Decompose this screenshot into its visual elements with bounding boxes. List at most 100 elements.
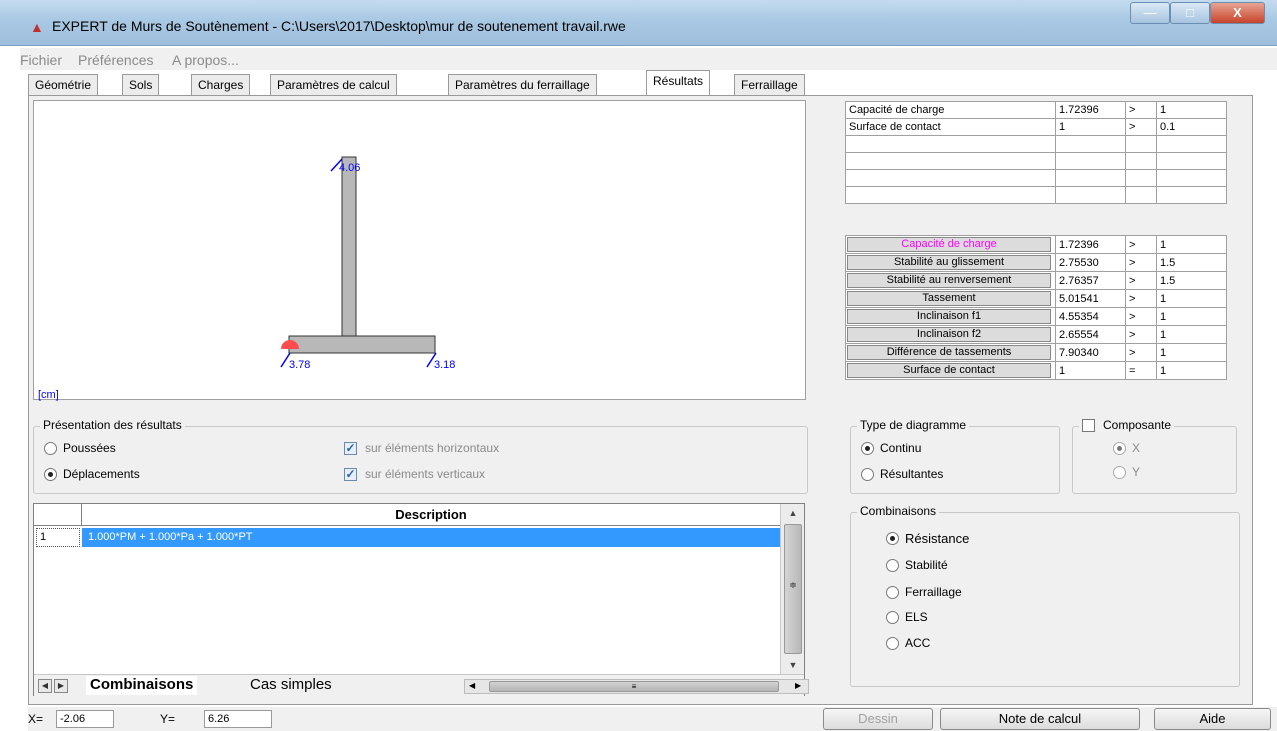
radio-circle: [886, 636, 899, 650]
check-limit: 1: [1156, 307, 1227, 326]
checkmark-icon: ✓: [344, 466, 357, 481]
table-row[interactable]: Capacité de charge 1.72396 > 1: [845, 101, 1227, 119]
check-button-glissement[interactable]: Stabilité au glissement: [847, 255, 1051, 270]
tab-resultats[interactable]: Résultats: [646, 70, 711, 96]
maximize-button[interactable]: □: [1170, 2, 1210, 24]
table-row[interactable]: Tassement 5.01541 > 1: [845, 289, 1227, 308]
scroll-thumb[interactable]: ≑: [784, 524, 802, 654]
table-row[interactable]: Stabilité au renversement 2.76357 > 1.5: [845, 271, 1227, 290]
summary-value: 1: [1055, 118, 1126, 136]
check-button-difference-tassements[interactable]: Différence de tassements: [847, 345, 1051, 360]
minimize-button[interactable]: —: [1130, 2, 1170, 24]
summary-limit: 0.1: [1156, 118, 1227, 136]
sheet-tab-cas-simples[interactable]: Cas simples: [246, 676, 336, 695]
radio-acc[interactable]: ACC: [886, 636, 930, 650]
table-row[interactable]: Capacité de charge 1.72396 > 1: [845, 235, 1227, 254]
radio-label: Y: [1132, 465, 1141, 479]
presentation-group: Présentation des résultats Poussées Dépl…: [33, 418, 808, 494]
y-coord-field: 6.26: [204, 710, 272, 728]
tab-sols[interactable]: Sols: [122, 74, 160, 96]
composante-checkbox[interactable]: Composante: [1079, 418, 1175, 432]
table-row[interactable]: [845, 135, 1227, 153]
radio-circle: [886, 610, 899, 624]
hscroll-left-icon[interactable]: ◀: [469, 681, 475, 690]
check-limit: 1: [1156, 235, 1227, 254]
sheet-tab-combinaisons[interactable]: Combinaisons: [86, 676, 198, 695]
check-limit: 1.5: [1156, 253, 1227, 272]
radio-label: Stabilité: [905, 558, 948, 572]
checkbox-horizontaux[interactable]: ✓ sur éléments horizontaux: [344, 441, 499, 455]
title-bar: ▲ EXPERT de Murs de Soutènement - C:\Use…: [0, 0, 1277, 46]
radio-resultantes[interactable]: Résultantes: [861, 467, 943, 481]
label-bottom-right: 3.18: [434, 359, 455, 371]
tab-charges[interactable]: Charges: [191, 74, 251, 96]
check-button-renversement[interactable]: Stabilité au renversement: [847, 273, 1051, 288]
close-button[interactable]: X: [1210, 2, 1265, 24]
dessin-button[interactable]: Dessin: [823, 708, 933, 730]
checkbox-verticaux[interactable]: ✓ sur éléments verticaux: [344, 467, 485, 481]
summary-table: Capacité de charge 1.72396 > 1 Surface d…: [845, 101, 1227, 204]
radio-stabilite[interactable]: Stabilité: [886, 558, 948, 572]
table-row[interactable]: Inclinaison f2 2.65554 > 1: [845, 325, 1227, 344]
tab-ferraillage[interactable]: Ferraillage: [734, 74, 805, 96]
radio-y[interactable]: Y: [1113, 465, 1140, 479]
radio-poussees[interactable]: Poussées: [44, 441, 116, 455]
scroll-down-icon[interactable]: ▼: [781, 656, 805, 674]
check-op: >: [1125, 325, 1157, 344]
table-row[interactable]: [845, 152, 1227, 170]
horizontal-scrollbar[interactable]: ◀ ≡ ▶: [464, 679, 809, 694]
radio-resistance[interactable]: Résistance: [886, 531, 969, 546]
tab-geometrie[interactable]: Géométrie: [28, 74, 99, 96]
radio-label: ELS: [905, 610, 928, 624]
checkbox-icon: [1082, 418, 1095, 432]
header-description[interactable]: Description: [82, 507, 780, 522]
radio-x[interactable]: X: [1113, 441, 1140, 455]
menu-preferences[interactable]: Préférences: [78, 52, 153, 68]
sheet-prev-icon[interactable]: ◀: [38, 679, 52, 693]
table-row[interactable]: [845, 186, 1227, 204]
y-coord-label: Y=: [160, 712, 176, 726]
aide-button[interactable]: Aide: [1154, 708, 1271, 730]
table-row[interactable]: Stabilité au glissement 2.75530 > 1.5: [845, 253, 1227, 272]
radio-continu[interactable]: Continu: [861, 441, 921, 455]
wall-drawing-canvas[interactable]: 4.06 3.78 3.18 [cm]: [33, 100, 806, 401]
check-button-inclinaison-f1[interactable]: Inclinaison f1: [847, 309, 1051, 324]
label-top: 4.06: [339, 162, 360, 174]
list-item[interactable]: 1 1.000*PM + 1.000*Pa + 1.000*PT: [34, 528, 780, 547]
composante-title: Composante: [1103, 418, 1172, 432]
table-row[interactable]: Inclinaison f1 4.55354 > 1: [845, 307, 1227, 326]
sheet-tab-bar: ◀ ▶ Combinaisons Cas simples ◀ ≡ ▶: [34, 674, 809, 696]
hscroll-right-icon[interactable]: ▶: [795, 681, 801, 690]
tab-parametres-ferraillage[interactable]: Paramètres du ferraillage: [448, 74, 597, 96]
menu-a-propos[interactable]: A propos...: [172, 52, 239, 68]
wall-stem: [341, 156, 357, 338]
x-coord-label: X=: [28, 712, 44, 726]
check-button-capacite[interactable]: Capacité de charge: [847, 237, 1051, 252]
radio-circle: [44, 441, 57, 455]
menu-fichier[interactable]: Fichier: [20, 52, 62, 68]
check-button-inclinaison-f2[interactable]: Inclinaison f2: [847, 327, 1051, 342]
check-button-tassement[interactable]: Tassement: [847, 291, 1051, 306]
radio-ferraillage[interactable]: Ferraillage: [886, 585, 962, 599]
scroll-up-icon[interactable]: ▲: [781, 504, 805, 522]
table-row[interactable]: [845, 169, 1227, 187]
table-row[interactable]: Surface de contact 1 > 0.1: [845, 118, 1227, 136]
table-row[interactable]: Surface de contact 1 = 1: [845, 361, 1227, 380]
radio-circle: [44, 467, 57, 481]
unit-label: [cm]: [38, 389, 59, 401]
radio-els[interactable]: ELS: [886, 610, 928, 624]
vertical-scrollbar[interactable]: ▲ ≑ ▼: [780, 504, 804, 674]
tab-parametres-calcul[interactable]: Paramètres de calcul: [270, 74, 397, 96]
radio-deplacements[interactable]: Déplacements: [44, 467, 140, 481]
check-value: 7.90340: [1055, 343, 1126, 362]
radio-circle: [886, 532, 899, 545]
check-value: 4.55354: [1055, 307, 1126, 326]
table-row[interactable]: Différence de tassements 7.90340 > 1: [845, 343, 1227, 362]
hscroll-thumb[interactable]: ≡: [489, 681, 779, 692]
radio-label: Résistance: [905, 531, 970, 546]
note-de-calcul-button[interactable]: Note de calcul: [940, 708, 1140, 730]
check-button-surface-contact[interactable]: Surface de contact: [847, 363, 1051, 378]
check-limit: 1: [1156, 289, 1227, 308]
sheet-next-icon[interactable]: ▶: [54, 679, 68, 693]
radio-circle: [1113, 441, 1126, 455]
